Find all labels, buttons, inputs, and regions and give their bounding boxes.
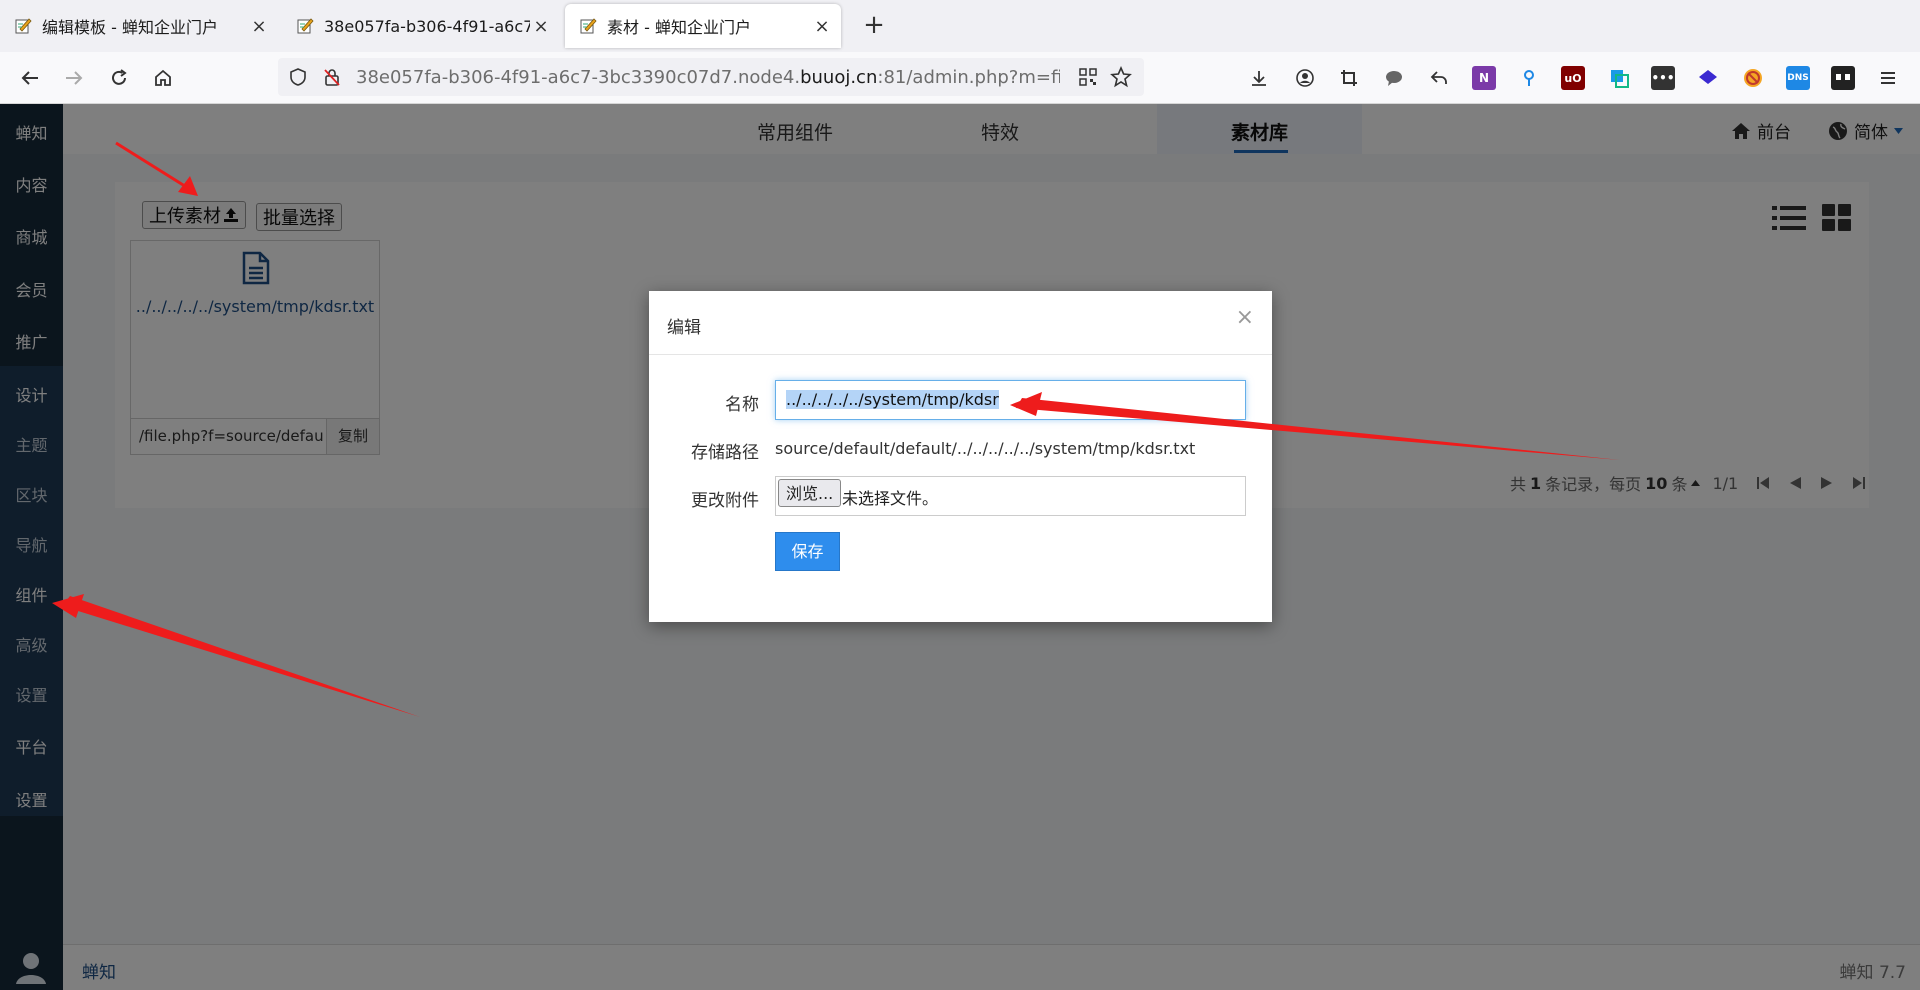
notepad-icon <box>14 17 32 35</box>
browse-button[interactable]: 浏览... <box>778 479 842 507</box>
notepad-icon <box>579 17 597 35</box>
browser-tab-active[interactable]: 素材 - 蝉知企业门户 × <box>565 4 841 48</box>
no-file-text: 未选择文件。 <box>842 489 939 508</box>
mask-icon[interactable] <box>1831 66 1855 90</box>
chat-icon[interactable] <box>1382 66 1406 90</box>
name-input[interactable]: ../../../../../system/tmp/kdsr <box>775 380 1246 420</box>
modal-title: 编辑 <box>667 318 701 338</box>
back-button[interactable] <box>14 62 46 94</box>
home-button[interactable] <box>147 62 179 94</box>
name-label: 名称 <box>725 395 759 415</box>
edit-modal: 编辑 × 名称 ../../../../../system/tmp/kdsr 存… <box>649 291 1272 622</box>
browser-tab[interactable]: 38e057fa-b306-4f91-a6c7-3bc × <box>282 4 560 48</box>
address-bar[interactable]: 38e057fa-b306-4f91-a6c7-3bc3390c07d7.nod… <box>278 58 1144 96</box>
bookmark-star-icon[interactable] <box>1110 65 1132 92</box>
close-tab-icon[interactable]: × <box>248 16 270 37</box>
dns-icon[interactable]: DNS <box>1786 66 1810 90</box>
reload-button[interactable] <box>103 62 135 94</box>
dots-icon[interactable]: ••• <box>1651 66 1675 90</box>
home-icon <box>155 69 171 86</box>
browser-tab-bar: 编辑模板 - 蝉知企业门户 × 38e057fa-b306-4f91-a6c7-… <box>0 0 1920 52</box>
screenshot-icon[interactable] <box>1607 66 1631 90</box>
save-button[interactable]: 保存 <box>775 532 840 571</box>
change-attachment-label: 更改附件 <box>691 491 759 511</box>
url-suffix: :81/admin.php?m=file&f=bro <box>877 67 1060 88</box>
name-input-value: ../../../../../system/tmp/kdsr <box>786 390 999 409</box>
storage-path-value: source/default/default/../../../../../sy… <box>775 439 1196 458</box>
undo-icon[interactable] <box>1427 66 1451 90</box>
tab-title: 编辑模板 - 蝉知企业门户 <box>42 18 218 37</box>
blocked-icon[interactable] <box>1741 66 1765 90</box>
close-tab-icon[interactable]: × <box>811 16 833 37</box>
new-tab-button[interactable]: + <box>858 10 890 42</box>
reload-icon <box>112 69 127 85</box>
modal-header: 编辑 × <box>649 291 1272 355</box>
qr-code-icon[interactable] <box>1078 67 1098 91</box>
url-text[interactable]: 38e057fa-b306-4f91-a6c7-3bc3390c07d7.nod… <box>356 67 1060 88</box>
browser-tab[interactable]: 编辑模板 - 蝉知企业门户 × <box>0 4 278 48</box>
tab-title: 38e057fa-b306-4f91-a6c7-3bc <box>324 16 530 36</box>
layers-icon[interactable] <box>1696 66 1720 90</box>
crop-icon[interactable] <box>1337 66 1361 90</box>
browser-toolbar: 38e057fa-b306-4f91-a6c7-3bc3390c07d7.nod… <box>0 52 1920 104</box>
storage-path-label: 存储路径 <box>691 443 759 463</box>
menu-icon[interactable] <box>1876 66 1900 90</box>
url-prefix: 38e057fa-b306-4f91-a6c7-3bc3390c07d7.nod… <box>356 67 801 88</box>
account-icon[interactable] <box>1293 66 1317 90</box>
shield-icon[interactable] <box>288 67 308 91</box>
modal-close-button[interactable]: × <box>1236 305 1254 330</box>
onenote-icon[interactable]: N <box>1472 66 1496 90</box>
url-domain: buuoj.cn <box>800 67 878 88</box>
notepad-icon <box>296 17 314 35</box>
close-tab-icon[interactable]: × <box>530 16 552 37</box>
back-arrow-icon <box>21 71 38 85</box>
ublock-icon[interactable]: uO <box>1561 66 1585 90</box>
insecure-lock-icon[interactable] <box>322 67 342 91</box>
forward-button[interactable] <box>58 62 90 94</box>
download-icon[interactable] <box>1247 66 1271 90</box>
pin-icon[interactable] <box>1517 66 1541 90</box>
file-picker[interactable]: 浏览... 未选择文件。 <box>775 476 1246 516</box>
tab-title: 素材 - 蝉知企业门户 <box>607 18 751 37</box>
forward-arrow-icon <box>66 71 83 85</box>
